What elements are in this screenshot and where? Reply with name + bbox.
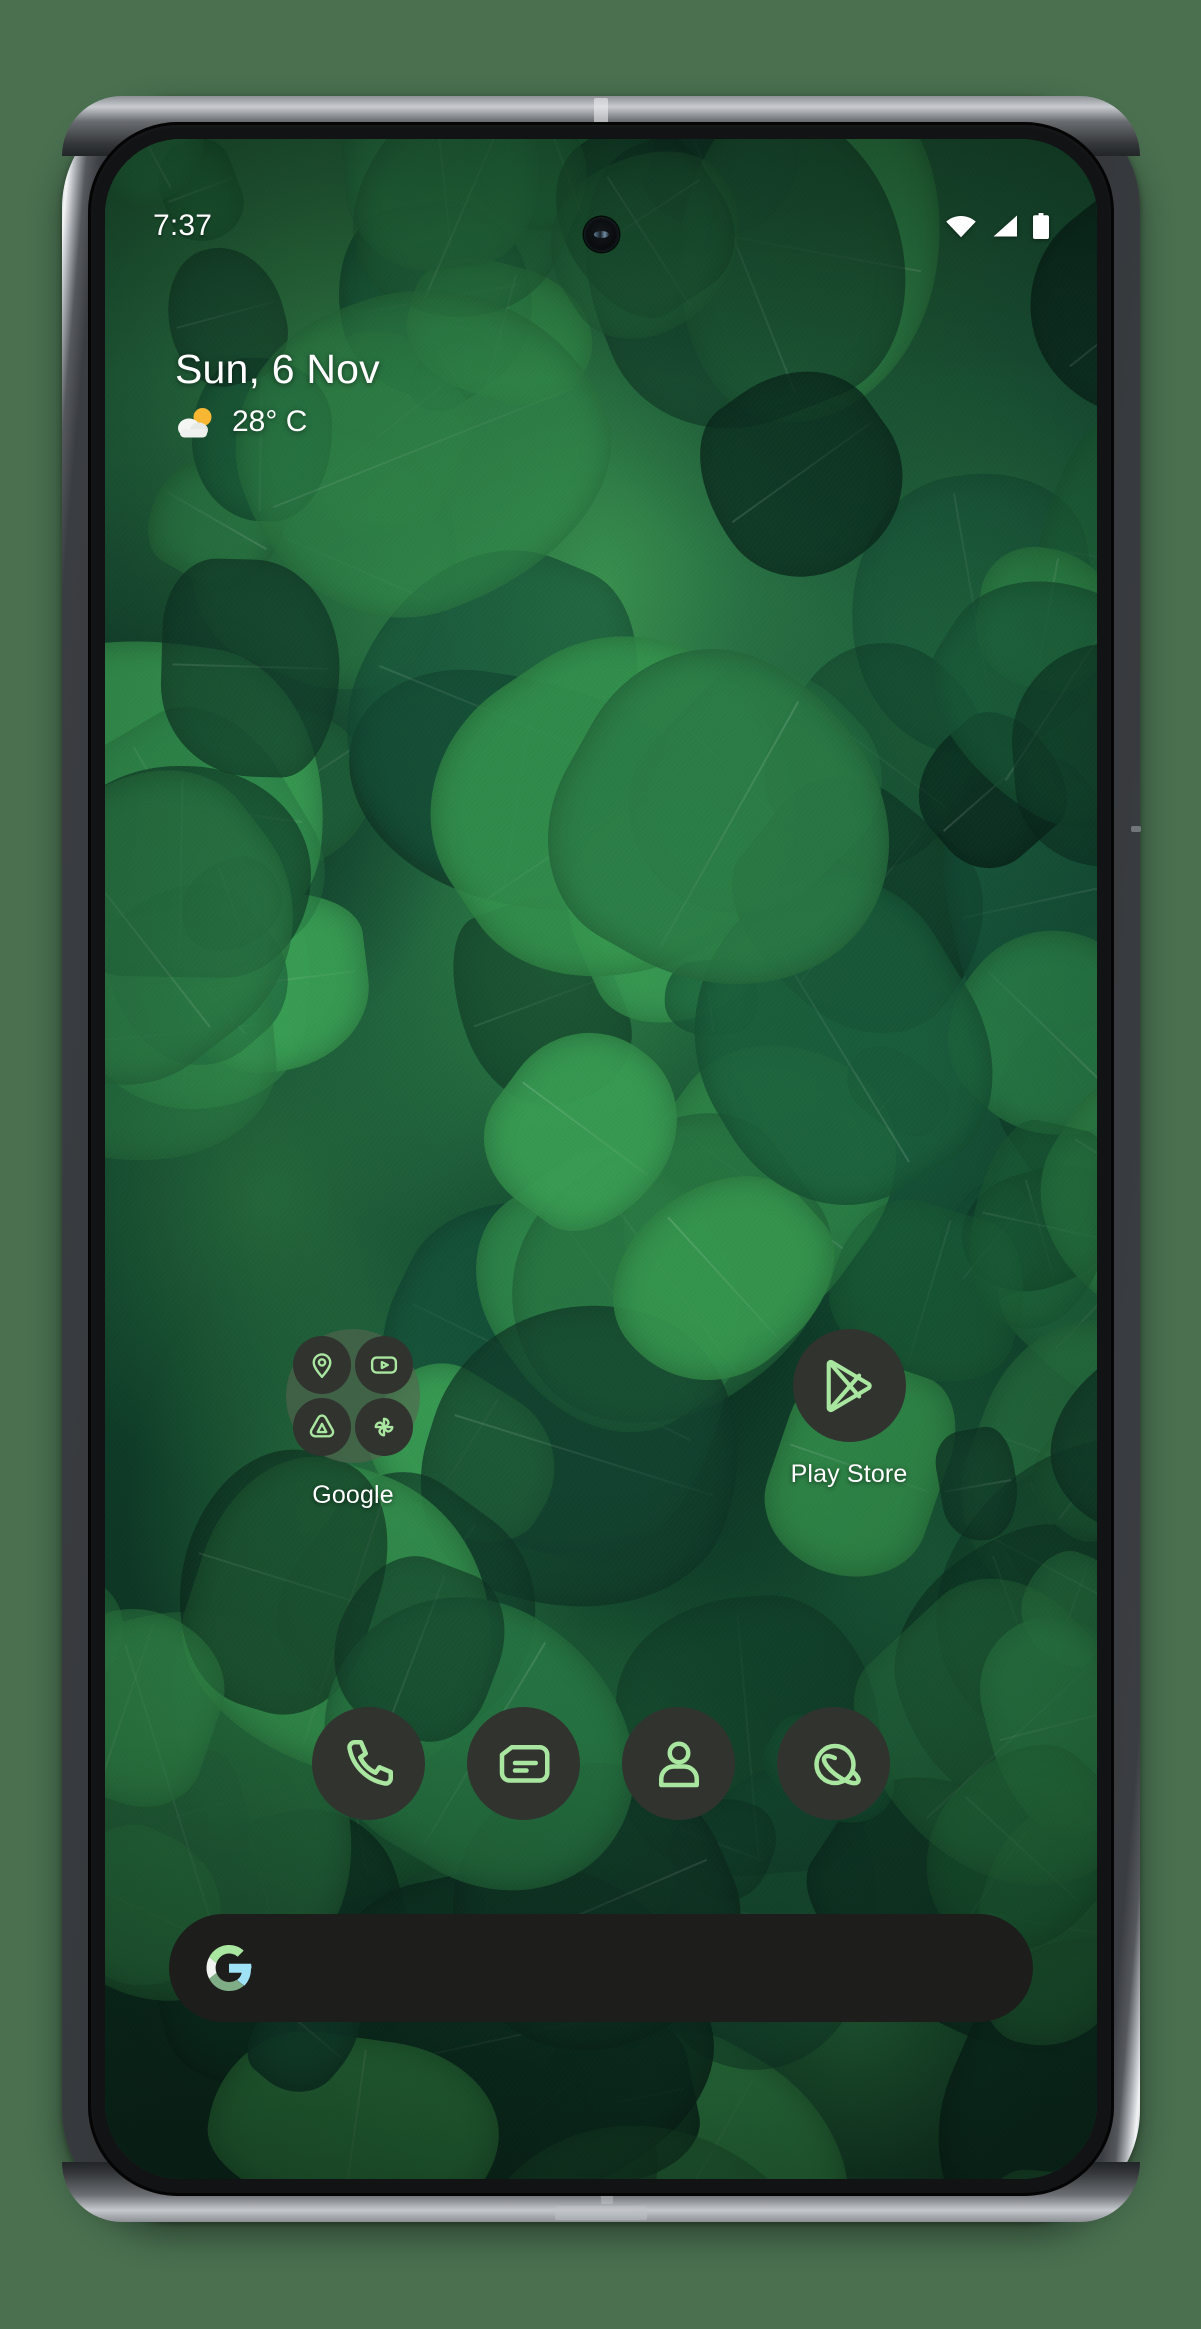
drive-icon[interactable] — [293, 1398, 351, 1456]
phone-icon — [346, 1739, 393, 1786]
youtube-icon[interactable] — [355, 1336, 413, 1394]
screen-bezel: 7:37 Sun, 6 Nov 28° C Google Play Store — [88, 122, 1114, 2196]
contacts-app[interactable] — [622, 1707, 735, 1820]
widget-weather[interactable]: 28° C — [175, 405, 380, 439]
message-bubble-icon — [499, 1744, 549, 1783]
maps-icon[interactable] — [293, 1336, 351, 1394]
wallpaper — [105, 139, 1097, 2179]
at-a-glance-widget[interactable]: Sun, 6 Nov 28° C — [175, 346, 380, 439]
battery-icon — [1033, 213, 1049, 239]
camera-lens — [594, 231, 609, 238]
front-camera-punch-hole — [584, 217, 619, 252]
status-bar-clock: 7:37 — [153, 209, 213, 242]
status-bar-icons — [945, 213, 1049, 239]
dock — [105, 1707, 1097, 1820]
power-button[interactable] — [1131, 826, 1141, 832]
phone-app[interactable] — [312, 1707, 425, 1820]
messages-app[interactable] — [467, 1707, 580, 1820]
partly-cloudy-icon — [178, 408, 212, 438]
google-search-bar[interactable] — [169, 1914, 1033, 2022]
browser-app[interactable] — [777, 1707, 890, 1820]
app-row: Google Play Store — [105, 1329, 1097, 1510]
photos-icon[interactable] — [355, 1398, 413, 1456]
globe-orbit-icon — [813, 1743, 861, 1785]
widget-date[interactable]: Sun, 6 Nov — [175, 346, 380, 392]
folder-label: Google — [312, 1481, 394, 1509]
home-screen-app-grid: Google Play Store — [105, 1329, 1097, 1510]
app-label: Play Store — [790, 1460, 908, 1488]
google-g-icon — [206, 1945, 252, 1991]
google-folder[interactable]: Google — [105, 1329, 601, 1510]
play-store-icon[interactable] — [792, 1329, 906, 1442]
phone-device: 7:37 Sun, 6 Nov 28° C Google Play Store — [62, 96, 1141, 2222]
person-icon — [658, 1740, 699, 1787]
play-store-app[interactable]: Play Store — [601, 1329, 1097, 1510]
phone-screen: 7:37 Sun, 6 Nov 28° C Google Play Store — [105, 139, 1097, 2179]
antenna-seam-bottom — [555, 2206, 647, 2220]
folder-preview[interactable] — [286, 1329, 420, 1463]
widget-temperature[interactable]: 28° C — [232, 405, 307, 439]
cellular-signal-icon — [993, 215, 1017, 237]
wifi-icon — [946, 216, 976, 238]
